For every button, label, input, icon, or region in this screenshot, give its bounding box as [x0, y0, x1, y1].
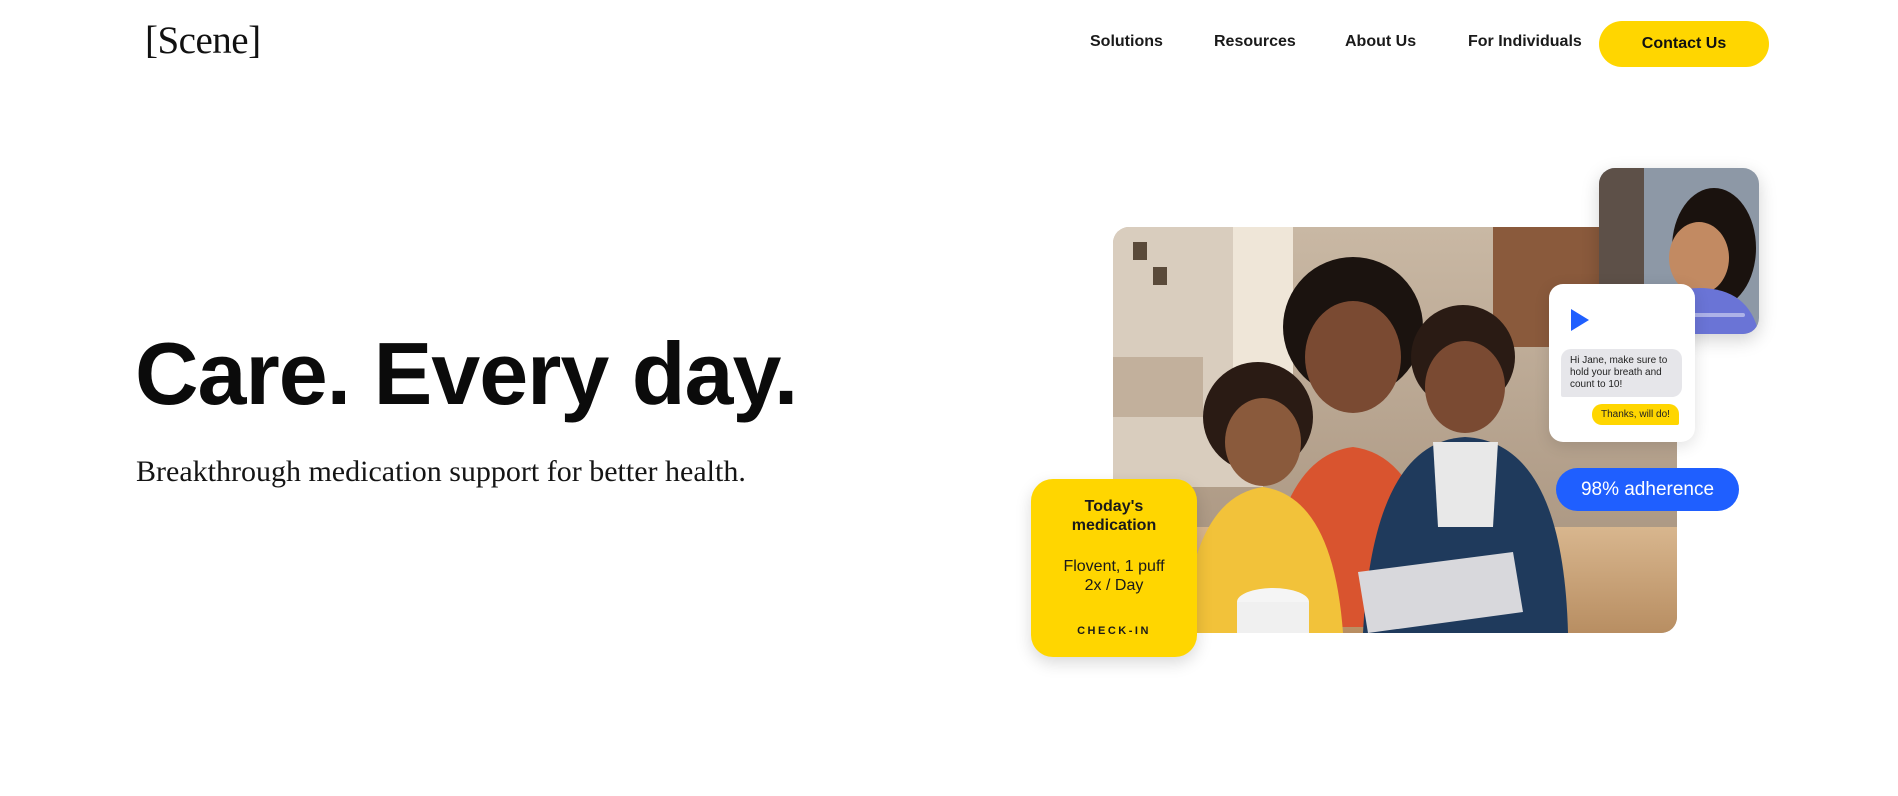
hero-title: Care. Every day. — [135, 324, 798, 423]
play-icon[interactable] — [1571, 309, 1589, 331]
nav-resources[interactable]: Resources — [1214, 33, 1296, 51]
logo[interactable]: [Scene] — [145, 18, 261, 63]
outgoing-message: Thanks, will do! — [1592, 404, 1679, 425]
check-in-button[interactable]: CHECK-IN — [1031, 625, 1197, 637]
contact-us-button[interactable]: Contact Us — [1599, 21, 1769, 67]
nav-for-individuals[interactable]: For Individuals — [1468, 33, 1582, 51]
medication-title: Today's medication — [1071, 498, 1157, 534]
hero-subtitle: Breakthrough medication support for bett… — [136, 455, 746, 488]
incoming-message: Hi Jane, make sure to hold your breath a… — [1561, 349, 1682, 397]
adherence-badge: 98% adherence — [1556, 468, 1739, 511]
nav-about-us[interactable]: About Us — [1345, 33, 1416, 51]
nav-solutions[interactable]: Solutions — [1090, 33, 1163, 51]
medication-card: Today's medication Flovent, 1 puff 2x / … — [1031, 479, 1197, 657]
chat-card: Hi Jane, make sure to hold your breath a… — [1549, 284, 1695, 442]
medication-dose: Flovent, 1 puff 2x / Day — [1063, 558, 1165, 594]
